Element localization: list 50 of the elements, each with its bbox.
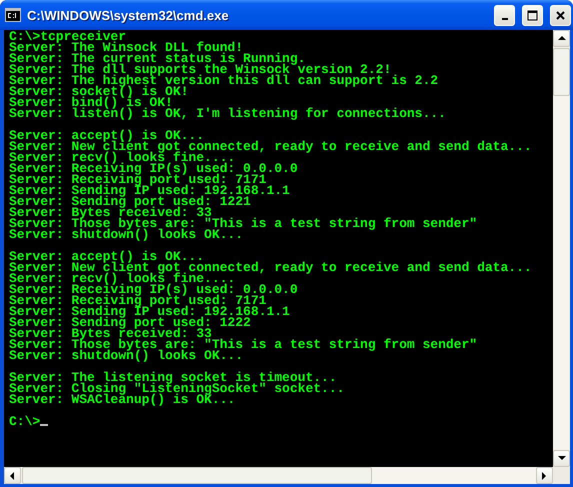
console-line: Server: shutdown() looks OK... bbox=[9, 229, 244, 240]
console-line: C:\>tcpreceiver bbox=[9, 31, 126, 42]
console-line: Server: recv() looks fine.... bbox=[9, 152, 236, 163]
minimize-button[interactable] bbox=[494, 4, 515, 26]
close-icon bbox=[555, 10, 566, 20]
console-line: Server: The highest version this dll can support is 2.2 bbox=[9, 75, 440, 86]
resize-grip[interactable] bbox=[553, 467, 570, 484]
console-line: Server: Sending IP used: 192.168.1.1 bbox=[9, 185, 291, 196]
console-line: Server: Bytes received: 33 bbox=[9, 328, 212, 339]
console-line: Server: socket() is OK! bbox=[9, 86, 188, 97]
console-line: Server: Sending IP used: 192.168.1.1 bbox=[9, 306, 291, 317]
console-line: Server: Closing "ListeningSocket" socket... bbox=[9, 383, 346, 394]
maximize-icon bbox=[527, 10, 538, 20]
minimize-icon bbox=[502, 18, 508, 20]
horizontal-scrollbar[interactable] bbox=[4, 467, 570, 484]
console-line: Server: Sending port used: 1222 bbox=[9, 317, 251, 328]
console-line: Server: bind() is OK! bbox=[9, 97, 173, 108]
console-line: Server: The Winsock DLL found! bbox=[9, 42, 244, 53]
console-line: Server: The listening socket is timeout... bbox=[9, 372, 337, 383]
scroll-thumb[interactable] bbox=[553, 48, 570, 96]
console-line: Server: New client got connected, ready to receive and send data... bbox=[9, 262, 533, 273]
console-line: Server: Sending port used: 1221 bbox=[9, 196, 251, 207]
scroll-down-button[interactable] bbox=[553, 450, 570, 467]
command-prompt: C:\> bbox=[9, 414, 40, 429]
console-line: Server: recv() looks fine.... bbox=[9, 273, 236, 284]
terminal-icon bbox=[5, 8, 21, 22]
console-line: Server: Those bytes are: "This is a test string from sender" bbox=[9, 339, 478, 350]
scroll-right-button[interactable] bbox=[536, 467, 553, 484]
console-line: Server: listen() is OK, I'm listening for connections... bbox=[9, 108, 447, 119]
maximize-button[interactable] bbox=[522, 4, 543, 26]
scroll-up-button[interactable] bbox=[553, 30, 570, 47]
close-button[interactable] bbox=[550, 4, 571, 26]
console-line: Server: Receiving IP(s) used: 0.0.0.0 bbox=[9, 284, 299, 295]
console-line: Server: shutdown() looks OK... bbox=[9, 350, 244, 361]
console-line: Server: accept() is OK... bbox=[9, 251, 204, 262]
console-line: Server: The current status is Running. bbox=[9, 53, 306, 64]
text-cursor bbox=[40, 424, 48, 426]
scroll-thumb[interactable] bbox=[22, 467, 372, 484]
console-line: Server: Receiving IP(s) used: 0.0.0.0 bbox=[9, 163, 299, 174]
console-line: Server: Bytes received: 33 bbox=[9, 207, 212, 218]
window-title: C:\WINDOWS\system32\cmd.exe bbox=[27, 8, 230, 22]
console-line: Server: The dll supports the Winsock version 2.2! bbox=[9, 64, 392, 75]
scroll-left-button[interactable] bbox=[4, 467, 21, 484]
vertical-scrollbar[interactable] bbox=[553, 30, 570, 467]
console-line: Server: Receiving port used: 7171 bbox=[9, 174, 266, 185]
console-line: Server: WSACleanup() is OK... bbox=[9, 394, 236, 405]
console-line: Server: accept() is OK... bbox=[9, 130, 204, 141]
console-line: Server: Receiving port used: 7171 bbox=[9, 295, 266, 306]
console-line: Server: New client got connected, ready to receive and send data... bbox=[9, 141, 533, 152]
console-line: Server: Those bytes are: "This is a test string from sender" bbox=[9, 218, 478, 229]
